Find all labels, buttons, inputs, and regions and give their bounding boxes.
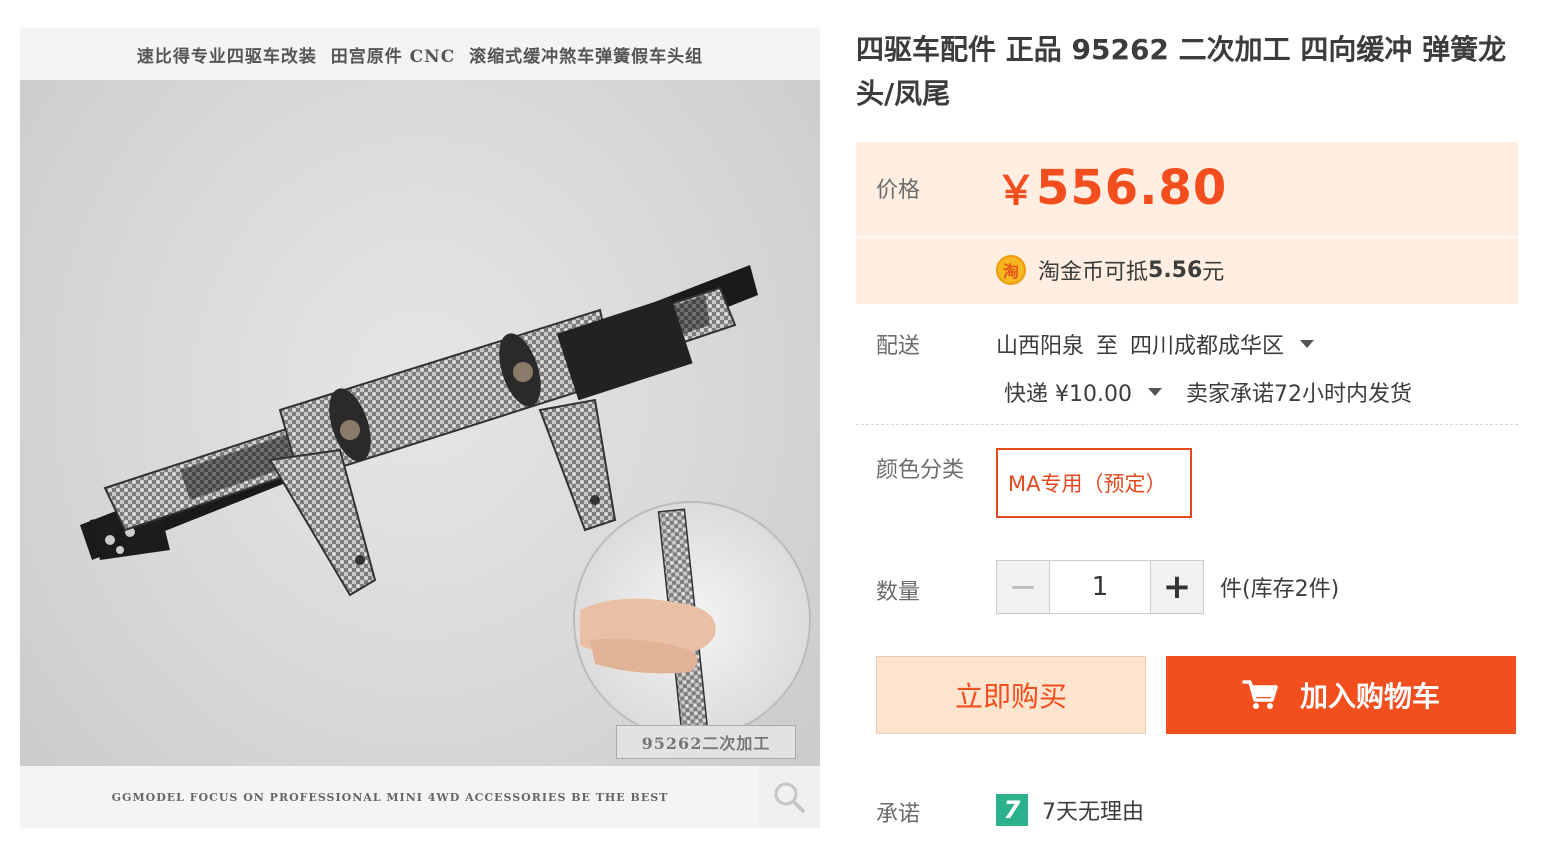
promise-item[interactable]: 7 7天无理由 bbox=[996, 794, 1144, 826]
magnifier-icon bbox=[774, 782, 805, 813]
price-divider bbox=[856, 236, 1518, 238]
section-divider bbox=[856, 424, 1518, 425]
price-amount: 556.80 bbox=[1036, 160, 1228, 216]
location-dropdown-icon[interactable] bbox=[1300, 340, 1315, 348]
seven-day-return-icon: 7 bbox=[996, 794, 1028, 826]
add-to-cart-label: 加入购物车 bbox=[1299, 680, 1440, 713]
image-banner-bottom: GGMODEL FOCUS ON PROFESSIONAL MINI 4WD A… bbox=[20, 766, 820, 828]
quantity-label: 数量 bbox=[876, 580, 921, 605]
taojinbi-row: 淘 淘金币可抵 5.56 元 bbox=[996, 254, 1224, 286]
quantity-decrease-button[interactable]: − bbox=[996, 560, 1050, 614]
shipping-promise: 卖家承诺72小时内发货 bbox=[1185, 382, 1412, 407]
price-value: ￥556.80 bbox=[996, 160, 1227, 227]
price-panel: 价格 ￥556.80 淘 淘金币可抵 5.56 元 bbox=[856, 142, 1518, 304]
shipping-method-row: 快递 ¥10.00 卖家承诺72小时内发货 bbox=[1004, 376, 1412, 408]
product-photo bbox=[80, 265, 811, 739]
promise-label: 承诺 bbox=[876, 802, 921, 827]
taojinbi-prefix: 淘金币可抵 bbox=[1038, 260, 1149, 285]
shipping-method-dropdown-icon[interactable] bbox=[1147, 388, 1162, 396]
currency-symbol: ￥ bbox=[996, 168, 1036, 214]
taojinbi-coin-icon: 淘 bbox=[996, 255, 1026, 285]
taojinbi-suffix: 元 bbox=[1202, 260, 1225, 285]
taojinbi-amount: 5.56 bbox=[1148, 257, 1203, 283]
add-to-cart-button[interactable]: 加入购物车 bbox=[1166, 656, 1516, 734]
buy-now-button[interactable]: 立即购买 bbox=[876, 656, 1146, 734]
image-caption-label: 95262二次加工 bbox=[616, 725, 796, 759]
price-label: 价格 bbox=[876, 178, 921, 203]
shipping-route: 山西阳泉 至 四川成都成华区 bbox=[996, 328, 1315, 360]
quantity-stepper: − 1 + 件(库存2件) bbox=[996, 560, 1339, 614]
zoom-button[interactable] bbox=[758, 766, 820, 828]
image-banner-top: 速比得专业四驱车改装 田宫原件 CNC 滚缩式缓冲煞车弹簧假车头组 bbox=[20, 28, 820, 80]
shipping-method[interactable]: 快递 ¥10.00 bbox=[1004, 376, 1132, 408]
ship-to-word: 至 bbox=[1096, 334, 1119, 359]
stock-info: 件(库存2件) bbox=[1220, 577, 1340, 602]
promise-text: 7天无理由 bbox=[1042, 800, 1144, 825]
shipping-label: 配送 bbox=[876, 334, 921, 359]
buy-now-label: 立即购买 bbox=[954, 680, 1067, 713]
image-banner-bottom-text: GGMODEL FOCUS ON PROFESSIONAL MINI 4WD A… bbox=[111, 790, 669, 804]
product-details: 四驱车配件 正品 95262 二次加工 四向缓冲 弹簧龙头/凤尾 价格 ￥556… bbox=[856, 28, 1518, 827]
sku-option-selected[interactable]: MA专用（预定） bbox=[996, 448, 1192, 518]
cart-icon bbox=[1242, 680, 1278, 709]
quantity-input[interactable]: 1 bbox=[1050, 560, 1150, 614]
product-image: 速比得专业四驱车改装 田宫原件 CNC 滚缩式缓冲煞车弹簧假车头组 95262二… bbox=[20, 28, 820, 828]
sku-label: 颜色分类 bbox=[876, 458, 965, 483]
ship-to-location[interactable]: 四川成都成华区 bbox=[1130, 328, 1284, 360]
ship-from: 山西阳泉 bbox=[996, 334, 1085, 359]
product-title: 四驱车配件 正品 95262 二次加工 四向缓冲 弹簧龙头/凤尾 bbox=[856, 33, 1507, 110]
quantity-increase-button[interactable]: + bbox=[1150, 560, 1204, 614]
